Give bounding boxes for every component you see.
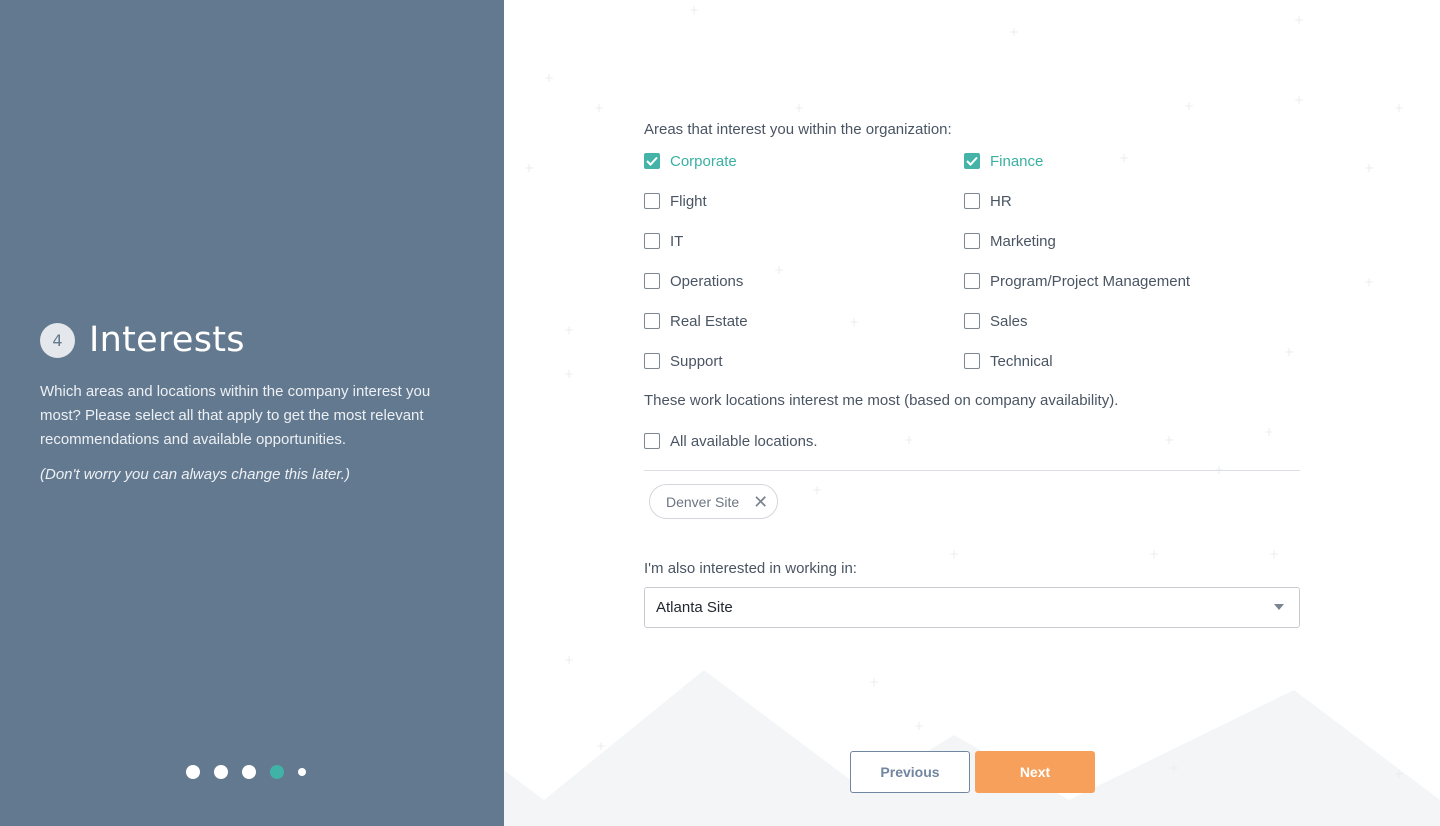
checkbox-box[interactable] xyxy=(644,193,660,209)
previous-button[interactable]: Previous xyxy=(850,751,970,793)
checkbox-box[interactable] xyxy=(644,313,660,329)
checkbox-box[interactable] xyxy=(964,353,980,369)
checkbox-checked-icon[interactable] xyxy=(964,153,980,169)
location-tag-label: Denver Site xyxy=(666,493,740,510)
step-title: Interests xyxy=(89,320,245,360)
checkbox-box[interactable] xyxy=(964,313,980,329)
svg-text:+: + xyxy=(596,739,606,753)
checkbox-box[interactable] xyxy=(644,273,660,289)
area-label: Finance xyxy=(990,152,1044,170)
area-checkbox-marketing[interactable]: Marketing xyxy=(964,231,1056,251)
pager-dot-1[interactable] xyxy=(186,765,200,779)
checkbox-box[interactable] xyxy=(644,433,660,449)
areas-question: Areas that interest you within the organ… xyxy=(644,121,952,138)
area-label: Technical xyxy=(990,352,1053,370)
all-locations-checkbox[interactable]: All available locations. xyxy=(644,431,818,451)
step-note: (Don't worry you can always change this … xyxy=(40,466,350,483)
area-checkbox-program-project-management[interactable]: Program/Project Management xyxy=(964,271,1190,291)
step-pager xyxy=(186,765,306,779)
also-interested-label: I'm also interested in working in: xyxy=(644,560,857,577)
area-checkbox-real-estate[interactable]: Real Estate xyxy=(644,311,748,331)
area-checkbox-hr[interactable]: HR xyxy=(964,191,1012,211)
area-checkbox-sales[interactable]: Sales xyxy=(964,311,1028,331)
location-select-value: Atlanta Site xyxy=(656,599,733,616)
checkbox-box[interactable] xyxy=(644,353,660,369)
checkbox-checked-icon[interactable] xyxy=(644,153,660,169)
location-select[interactable]: Atlanta Site xyxy=(644,587,1300,628)
svg-text:+: + xyxy=(564,367,574,381)
area-label: Real Estate xyxy=(670,312,748,330)
svg-text:+: + xyxy=(1364,275,1374,289)
pager-dot-5[interactable] xyxy=(298,768,306,776)
area-label: Marketing xyxy=(990,232,1056,250)
checkbox-box[interactable] xyxy=(964,273,980,289)
area-checkbox-technical[interactable]: Technical xyxy=(964,351,1053,371)
svg-text:+: + xyxy=(544,71,554,85)
step-description: Which areas and locations within the com… xyxy=(40,383,431,448)
svg-text:+: + xyxy=(1394,101,1404,115)
area-checkbox-corporate[interactable]: Corporate xyxy=(644,151,737,171)
area-label: HR xyxy=(990,192,1012,210)
area-label: Corporate xyxy=(670,152,737,170)
checkbox-box[interactable] xyxy=(644,233,660,249)
step-header: 4 Interests xyxy=(40,320,245,360)
svg-text:+: + xyxy=(1394,767,1404,781)
checkbox-box[interactable] xyxy=(964,233,980,249)
area-label: Support xyxy=(670,352,723,370)
locations-question: These work locations interest me most (b… xyxy=(644,392,1119,409)
pager-dot-2[interactable] xyxy=(214,765,228,779)
divider xyxy=(644,470,1300,471)
all-locations-label: All available locations. xyxy=(670,432,818,450)
svg-text:+: + xyxy=(564,653,574,667)
caret-down-icon xyxy=(1274,604,1284,610)
next-button[interactable]: Next xyxy=(975,751,1095,793)
right-panel: + + + + + + + + + + + + + + + + + + + + + + + + + + + + + + … xyxy=(504,0,1440,826)
svg-text:+: + xyxy=(594,101,604,115)
checkbox-box[interactable] xyxy=(964,193,980,209)
area-checkbox-it[interactable]: IT xyxy=(644,231,683,251)
close-icon[interactable]: ✕ xyxy=(753,493,768,511)
area-label: Operations xyxy=(670,272,744,290)
svg-text:+: + xyxy=(564,323,574,337)
area-label: Flight xyxy=(670,192,707,210)
step-number-badge: 4 xyxy=(40,322,75,358)
pager-dot-3[interactable] xyxy=(242,765,256,779)
location-tag-denver: Denver Site ✕ xyxy=(649,484,778,519)
area-checkbox-finance[interactable]: Finance xyxy=(964,151,1043,171)
area-checkbox-support[interactable]: Support xyxy=(644,351,723,371)
area-checkbox-operations[interactable]: Operations xyxy=(644,271,743,291)
area-checkbox-flight[interactable]: Flight xyxy=(644,191,707,211)
left-panel: 4 Interests Which areas and locations wi… xyxy=(0,0,504,826)
svg-text:+: + xyxy=(1364,161,1374,175)
area-label: Sales xyxy=(990,312,1028,330)
area-label: Program/Project Management xyxy=(990,272,1191,290)
area-label: IT xyxy=(670,232,684,250)
interests-form: Areas that interest you within the organ… xyxy=(644,0,1304,826)
svg-text:+: + xyxy=(524,161,534,175)
pager-dot-4-active[interactable] xyxy=(270,765,284,779)
